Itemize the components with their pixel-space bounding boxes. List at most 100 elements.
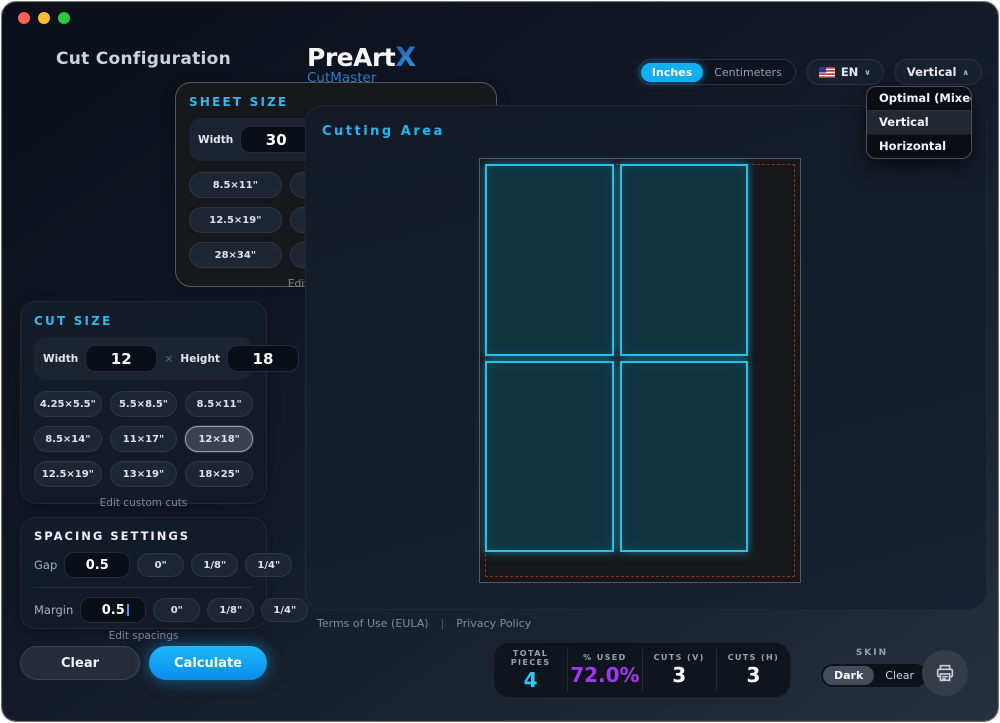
clear-button[interactable]: Clear [20, 646, 140, 680]
printer-icon [934, 662, 956, 684]
stat-0: TOTAL PIECES4 [494, 645, 567, 696]
cut-width-input[interactable] [85, 345, 157, 372]
footer-divider: | [441, 617, 445, 630]
margin-preset-1[interactable]: 1/8" [207, 598, 254, 622]
margin-input[interactable] [80, 597, 146, 623]
language-label: EN [841, 65, 858, 79]
chevron-down-icon: ∨ [864, 68, 871, 77]
stat-label: TOTAL PIECES [496, 649, 565, 667]
edit-spacings-link[interactable]: Edit spacings [34, 630, 253, 642]
spacing-divider [34, 587, 253, 588]
logo-x: X [395, 42, 415, 73]
cut-preset-1[interactable]: 5.5×8.5" [110, 391, 178, 417]
gap-preset-0[interactable]: 0" [137, 553, 184, 577]
cut-preset-5[interactable]: 12×18" [185, 426, 253, 452]
sheet-preset-0[interactable]: 8.5×11" [189, 172, 282, 198]
app-window: Cut Configuration SHEET SIZE Width × Hei… [2, 2, 998, 721]
stat-value: 3 [645, 663, 714, 687]
app-logo: PreArtX CutMaster [307, 44, 416, 86]
stat-label: % USED [570, 653, 639, 662]
stat-1: % USED72.0% [567, 649, 641, 691]
units-toggle: Inches Centimeters [638, 59, 796, 85]
footer-link-1[interactable]: Privacy Policy [456, 617, 531, 630]
gap-row: Gap 0"1/8"1/4" [34, 552, 253, 578]
window-controls [18, 12, 70, 24]
skin-toggle: Dark Clear [820, 663, 928, 688]
screenshot: Cut Configuration SHEET SIZE Width × Hei… [0, 0, 1000, 723]
cut-size-header: CUT SIZE [34, 314, 253, 328]
sheet-preview [479, 158, 801, 583]
margin-preset-2[interactable]: 1/4" [261, 598, 308, 622]
stat-label: CUTS (H) [719, 653, 788, 662]
cut-dimensions-row: Width × Height [34, 337, 253, 380]
cut-height-label: Height [180, 353, 220, 365]
cut-preset-7[interactable]: 13×19" [110, 461, 178, 487]
page-title: Cut Configuration [20, 49, 267, 69]
skin-clear-option[interactable]: Clear [874, 666, 925, 685]
spacing-settings-header: SPACING SETTINGS [34, 529, 253, 543]
language-dropdown-button[interactable]: EN ∨ [806, 59, 884, 85]
stats-bar: TOTAL PIECES4% USED72.0%CUTS (V)3CUTS (H… [493, 642, 791, 698]
footer-links: Terms of Use (EULA) | Privacy Policy [317, 617, 531, 630]
minimize-button[interactable] [38, 12, 50, 24]
margin-label: Margin [34, 603, 73, 617]
times-symbol: × [164, 352, 173, 365]
orientation-label: Vertical [907, 65, 957, 79]
gap-preset-group: 0" 1/8" 1/4" [137, 553, 292, 577]
cutting-area-title: Cutting Area [322, 124, 445, 139]
units-centimeters-option[interactable]: Centimeters [703, 63, 793, 82]
cut-piece-2 [620, 164, 749, 355]
skin-block: SKIN Dark Clear [820, 648, 924, 688]
orientation-menu-item-1[interactable]: Vertical [867, 110, 971, 134]
footer-link-0[interactable]: Terms of Use (EULA) [317, 617, 429, 630]
cutting-area-panel: Cutting Area [305, 105, 987, 610]
skin-dark-option[interactable]: Dark [823, 666, 874, 685]
cut-piece-4 [620, 361, 749, 552]
cut-piece-1 [485, 164, 614, 355]
text-cursor [127, 604, 129, 616]
logo-text: PreArt [307, 43, 395, 72]
gap-preset-2[interactable]: 1/4" [245, 553, 292, 577]
gap-input[interactable] [64, 552, 130, 578]
print-button[interactable] [922, 650, 968, 696]
stat-value: 4 [496, 668, 565, 692]
cut-size-card: CUT SIZE Width × Height 4.25×5.5" 5.5×8.5… [20, 301, 267, 504]
edit-custom-cuts-link[interactable]: Edit custom cuts [34, 497, 253, 509]
stat-2: CUTS (V)3 [642, 649, 716, 691]
sheet-width-input[interactable] [240, 126, 312, 153]
stat-value: 3 [719, 663, 788, 687]
cut-preset-0[interactable]: 4.25×5.5" [34, 391, 102, 417]
margin-row: Margin 0"1/8"1/4" [34, 597, 253, 623]
cut-width-label: Width [43, 353, 78, 365]
cut-preset-grid: 4.25×5.5" 5.5×8.5" 8.5×11" 8.5×14" 11×17" 12×… [34, 391, 253, 487]
logo-subtitle: CutMaster [307, 72, 416, 86]
orientation-dropdown-button[interactable]: Vertical ∧ [894, 59, 982, 85]
header-controls: Inches Centimeters EN ∨ Vertical ∧ [638, 59, 982, 85]
stat-label: CUTS (V) [645, 653, 714, 662]
zoom-button[interactable] [58, 12, 70, 24]
skin-label: SKIN [820, 648, 924, 658]
action-buttons: Clear Calculate [20, 646, 267, 680]
cut-height-input[interactable] [227, 345, 299, 372]
sheet-preset-3[interactable]: 12.5×19" [189, 207, 282, 233]
sheet-preset-6[interactable]: 28×34" [189, 242, 282, 268]
cut-preset-3[interactable]: 8.5×14" [34, 426, 102, 452]
orientation-menu-item-0[interactable]: Optimal (Mixed) [867, 87, 971, 110]
units-inches-option[interactable]: Inches [641, 63, 703, 82]
chevron-up-icon: ∧ [963, 68, 970, 77]
sheet-width-label: Width [198, 134, 233, 146]
close-button[interactable] [18, 12, 30, 24]
cut-preset-4[interactable]: 11×17" [110, 426, 178, 452]
calculate-button[interactable]: Calculate [149, 646, 267, 680]
stat-value: 72.0% [570, 663, 639, 687]
stat-3: CUTS (H)3 [716, 649, 790, 691]
cut-preset-8[interactable]: 18×25" [185, 461, 253, 487]
spacing-settings-card: SPACING SETTINGS Gap 0"1/8"1/4" Margin 0… [20, 517, 267, 629]
gap-preset-1[interactable]: 1/8" [191, 553, 238, 577]
cut-preset-2[interactable]: 8.5×11" [185, 391, 253, 417]
gap-label: Gap [34, 558, 57, 572]
cut-preset-6[interactable]: 12.5×19" [34, 461, 102, 487]
orientation-menu: Optimal (Mixed)VerticalHorizontal [866, 86, 972, 159]
margin-preset-0[interactable]: 0" [153, 598, 200, 622]
orientation-menu-item-2[interactable]: Horizontal [867, 134, 971, 158]
